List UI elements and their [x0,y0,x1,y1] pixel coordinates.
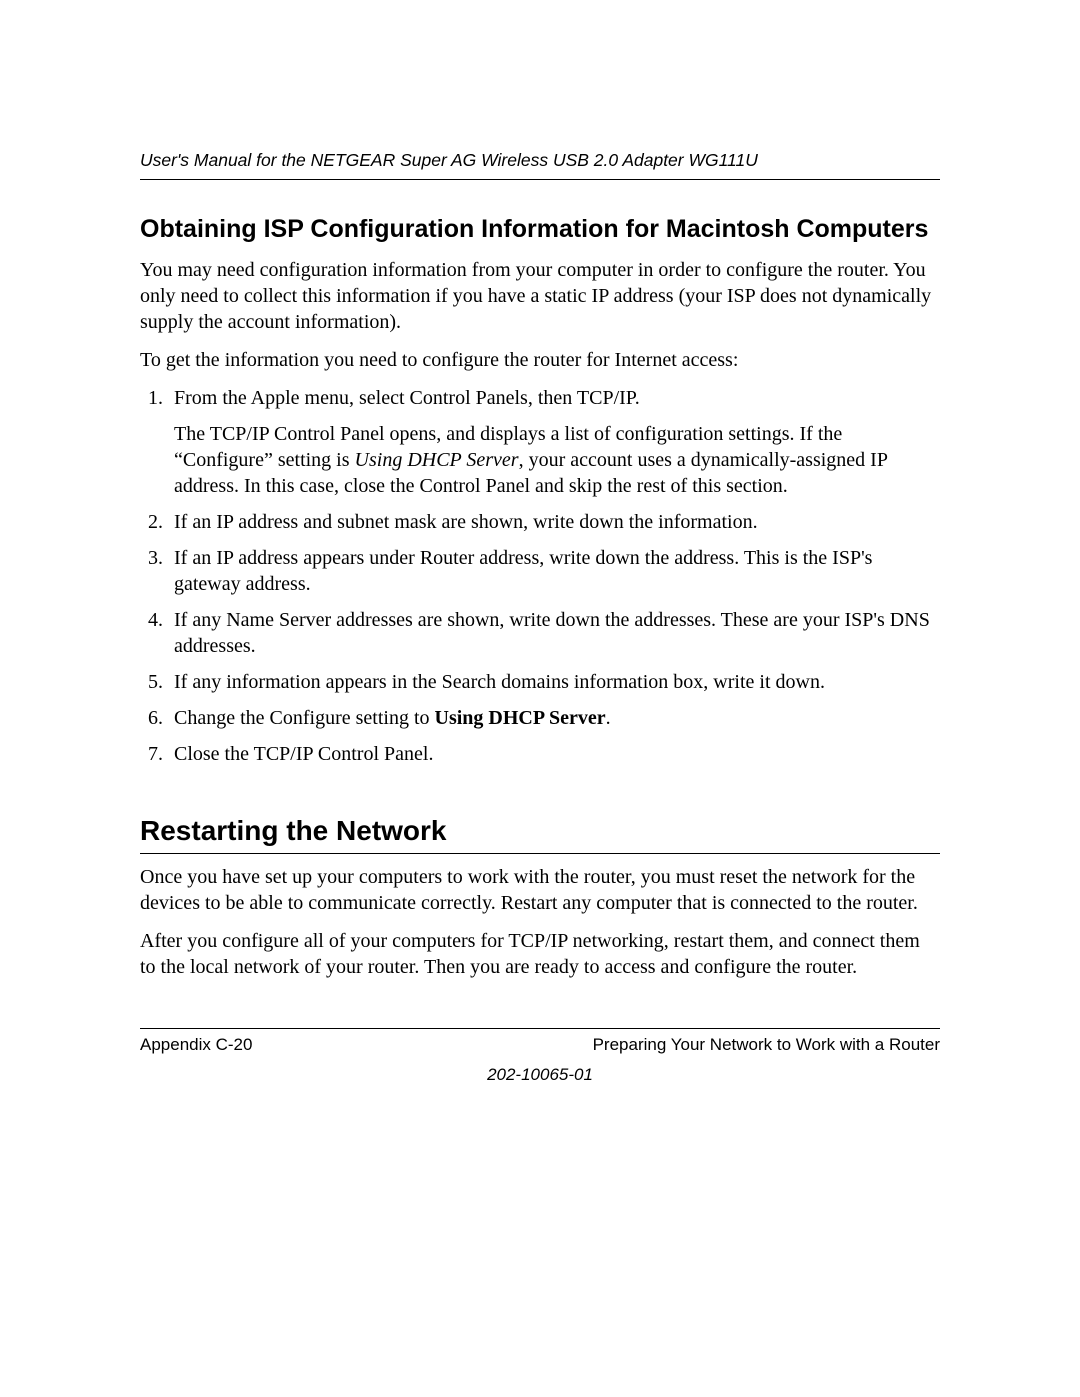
running-header: User's Manual for the NETGEAR Super AG W… [140,150,940,180]
restarting-p1: Once you have set up your computers to w… [140,864,940,916]
footer-right: Preparing Your Network to Work with a Ro… [593,1035,940,1055]
steps-list: From the Apple menu, select Control Pane… [140,385,940,767]
step-1: From the Apple menu, select Control Pane… [168,385,940,499]
intro-paragraph: You may need configuration information f… [140,257,940,335]
step-6-bold: Using DHCP Server [435,707,606,729]
page: User's Manual for the NETGEAR Super AG W… [0,0,1080,1397]
page-footer: Appendix C-20 Preparing Your Network to … [140,1028,940,1085]
step-6-a: Change the Configure setting to [174,707,435,729]
step-3: If an IP address appears under Router ad… [168,545,940,597]
step-6: Change the Configure setting to Using DH… [168,705,940,731]
step-2: If an IP address and subnet mask are sho… [168,509,940,535]
step-1-text: From the Apple menu, select Control Pane… [174,387,640,409]
footer-docnum: 202-10065-01 [140,1065,940,1085]
step-7: Close the TCP/IP Control Panel. [168,741,940,767]
footer-rule [140,1028,940,1029]
step-6-b: . [606,707,611,729]
section-heading-isp-mac: Obtaining ISP Configuration Information … [140,214,940,245]
restarting-p2: After you configure all of your computer… [140,928,940,980]
step-1-sub-em: Using DHCP Server [355,449,519,471]
lead-paragraph: To get the information you need to confi… [140,347,940,373]
footer-line: Appendix C-20 Preparing Your Network to … [140,1035,940,1055]
section-heading-restarting: Restarting the Network [140,815,940,854]
footer-left: Appendix C-20 [140,1035,252,1055]
step-4: If any Name Server addresses are shown, … [168,607,940,659]
step-5: If any information appears in the Search… [168,669,940,695]
step-1-sub: The TCP/IP Control Panel opens, and disp… [174,421,940,499]
